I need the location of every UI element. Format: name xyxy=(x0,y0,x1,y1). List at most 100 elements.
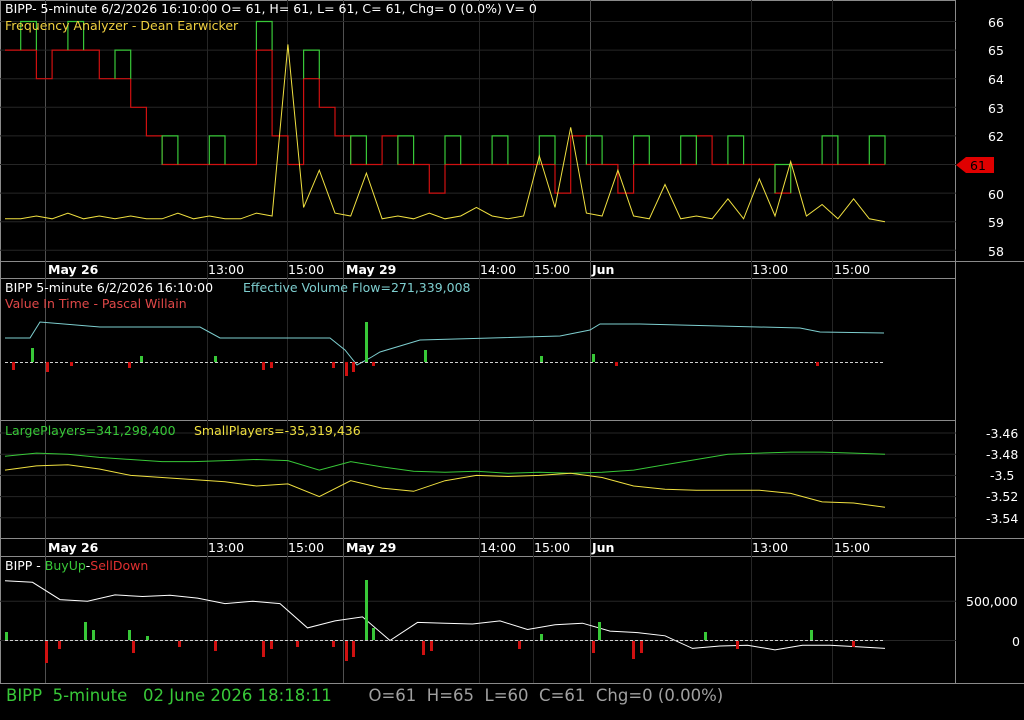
selldown-bar xyxy=(430,641,433,651)
volume-bar-up xyxy=(592,354,595,362)
price-tick: 63 xyxy=(988,101,1004,116)
grid-lines xyxy=(0,0,956,683)
players-tick: -3.54 xyxy=(986,511,1018,526)
buysell-tick: 500,000 xyxy=(966,594,1018,609)
time-label: 13:00 xyxy=(752,262,788,277)
time-axis-top: May 26 13:00 15:00 May 29 14:00 15:00 Ju… xyxy=(48,262,870,277)
buysell-label: BIPP - BuyUp-SellDown xyxy=(5,558,148,573)
volume-flow-label: Effective Volume Flow=271,339,008 xyxy=(243,280,471,295)
last-price-tag-label: 61 xyxy=(970,158,986,173)
time-label: 15:00 xyxy=(834,540,870,555)
time-label: 15:00 xyxy=(534,262,570,277)
volume-bar-down xyxy=(262,362,265,370)
time-label: 14:00 xyxy=(480,262,516,277)
selldown-bar xyxy=(262,641,265,657)
volume-bar-up xyxy=(214,356,217,362)
buysell-axis: 500,000 0 xyxy=(966,594,1020,649)
volume-bar-down xyxy=(345,362,348,376)
time-label: 14:00 xyxy=(480,540,516,555)
date-label: May 29 xyxy=(346,262,396,277)
small-players-line xyxy=(4,464,886,508)
status-symbol: BIPP xyxy=(6,686,43,705)
selldown-bar xyxy=(852,641,855,647)
time-label: 15:00 xyxy=(288,540,324,555)
time-label: 15:00 xyxy=(534,540,570,555)
panel-frames xyxy=(0,0,1024,684)
status-high: H=65 xyxy=(426,686,475,705)
buyup-bar xyxy=(540,634,543,640)
volume-bar-up xyxy=(424,350,427,362)
price-tick: 58 xyxy=(988,244,1004,259)
selldown-bar xyxy=(178,641,181,647)
chart-frame xyxy=(0,0,956,684)
status-low: L=60 xyxy=(484,686,529,705)
players-tick: -3.52 xyxy=(986,489,1018,504)
volume-bar-down xyxy=(46,362,49,372)
buysell-line xyxy=(4,580,886,651)
price-header: BIPP- 5-minute 6/2/2026 16:10:00 O= 61, … xyxy=(5,1,537,16)
status-change: Chg=0 (0.00%) xyxy=(595,686,724,705)
volume-bar-down xyxy=(270,362,273,368)
status-interval: 5-minute xyxy=(52,686,128,705)
large-players-line xyxy=(4,451,886,474)
price-tick: 66 xyxy=(988,15,1004,30)
selldown-bar xyxy=(518,641,521,649)
selldown-bar xyxy=(736,641,739,649)
selldown-bar xyxy=(352,641,355,657)
volume-bar-up xyxy=(31,348,34,362)
time-label: 13:00 xyxy=(752,540,788,555)
selldown-bar xyxy=(270,641,273,649)
time-label: 15:00 xyxy=(834,262,870,277)
status-bar: BIPP 5-minute 02 June 2026 18:18:11 O=61… xyxy=(6,686,1016,708)
selldown-bar xyxy=(640,641,643,653)
chart-window: 66 65 64 63 62 61 60 59 58 61 -3.46 -3.4… xyxy=(0,0,1024,720)
price-tick: 62 xyxy=(988,129,1004,144)
effective-volume-flow-line xyxy=(5,321,885,366)
frequency-analyzer-line xyxy=(5,44,886,223)
status-close: C=61 xyxy=(539,686,586,705)
volume-bar-down xyxy=(70,362,73,366)
players-tick: -3.5 xyxy=(990,468,1014,483)
buyup-bar xyxy=(5,632,8,640)
small-players-label: SmallPlayers=-35,319,436 xyxy=(194,423,361,438)
time-label: 13:00 xyxy=(208,540,244,555)
volume-bar-down xyxy=(372,362,375,366)
buysell-tick: 0 xyxy=(1012,634,1020,649)
chart-canvas[interactable]: 66 65 64 63 62 61 60 59 58 61 -3.46 -3.4… xyxy=(0,0,1024,720)
buyup-bar xyxy=(598,622,601,640)
buyup-label: BuyUp xyxy=(45,558,86,573)
price-tick: 65 xyxy=(988,43,1004,58)
volume-bar-up xyxy=(140,356,143,362)
players-axis: -3.46 -3.48 -3.5 -3.52 -3.54 xyxy=(986,426,1018,526)
volume-bar-down xyxy=(332,362,335,368)
volume-bar-down xyxy=(352,362,355,372)
selldown-bar xyxy=(58,641,61,649)
buyup-bar xyxy=(372,628,375,640)
time-label: 13:00 xyxy=(208,262,244,277)
volume-bar-up xyxy=(540,356,543,362)
volume-bar-down xyxy=(816,362,819,366)
date-label: May 29 xyxy=(346,540,396,555)
selldown-bar xyxy=(214,641,217,651)
price-tick: 60 xyxy=(988,187,1004,202)
time-label: 15:00 xyxy=(288,262,324,277)
buyup-bar xyxy=(365,580,368,640)
selldown-bar xyxy=(332,641,335,647)
large-players-label: LargePlayers=341,298,400 xyxy=(5,423,176,438)
price-step-red-line xyxy=(5,49,885,194)
selldown-bar xyxy=(632,641,635,659)
selldown-bar xyxy=(592,641,595,653)
buyup-bar xyxy=(84,622,87,640)
price-indicator-label: Frequency Analyzer - Dean Earwicker xyxy=(5,18,239,33)
buysell-symbol: BIPP - xyxy=(5,558,45,573)
volume-header: BIPP 5-minute 6/2/2026 16:10:00 xyxy=(5,280,213,295)
panel-headers: BIPP- 5-minute 6/2/2026 16:10:00 O= 61, … xyxy=(5,1,537,573)
date-label: May 26 xyxy=(48,540,99,555)
status-open: O=61 xyxy=(368,686,417,705)
buyup-bar xyxy=(810,630,813,640)
selldown-bar xyxy=(422,641,425,655)
volume-bar-down xyxy=(615,362,618,366)
selldown-label: SellDown xyxy=(90,558,148,573)
date-label: Jun xyxy=(591,262,614,277)
price-tick: 64 xyxy=(988,72,1004,87)
